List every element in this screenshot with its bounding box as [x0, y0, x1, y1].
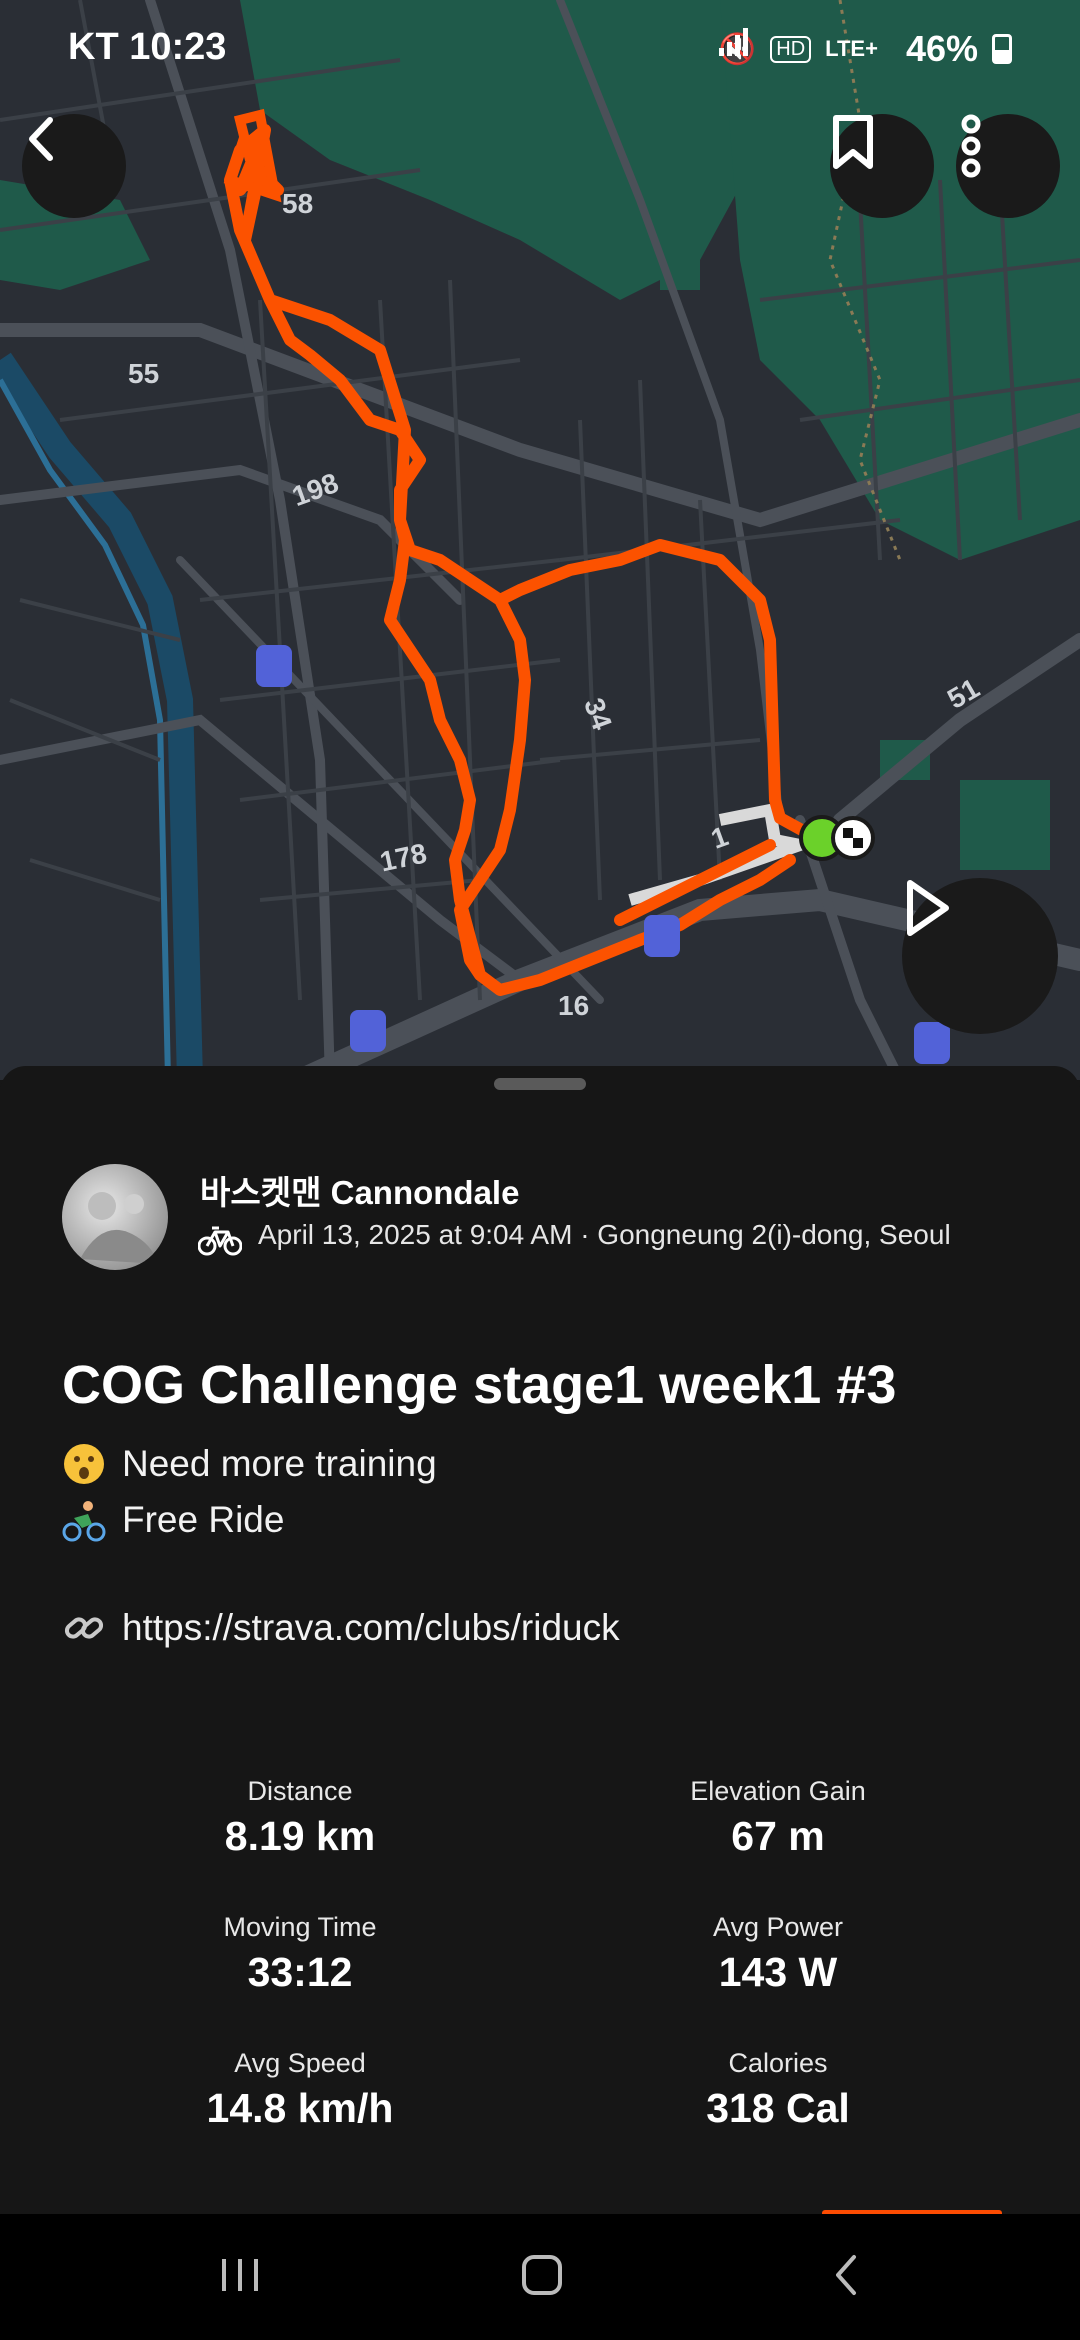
home-icon [520, 2253, 564, 2302]
battery-icon [992, 34, 1012, 64]
stat-label: Elevation Gain [690, 1776, 866, 1806]
stat-label: Avg Power [712, 1912, 844, 1942]
home-button[interactable] [502, 2244, 582, 2310]
description-line[interactable]: https://strava.com/clubs/riduck [62, 1606, 620, 1650]
stat-label: Moving Time [223, 1912, 377, 1942]
description-text: Need more training [122, 1443, 437, 1484]
finish-marker [831, 816, 875, 860]
description-text: Free Ride [122, 1499, 285, 1540]
stat-value: 67 m [731, 1813, 825, 1859]
stat-label: Distance [247, 1776, 353, 1806]
status-bar: KT 10:23 🔇 HD LTE+ 46% [0, 0, 1080, 100]
stat-value: 143 W [718, 1949, 838, 1995]
carrier-label: KT [68, 26, 119, 68]
activity-meta: April 13, 2025 at 9:04 AM · Gongneung 2(… [258, 1219, 951, 1250]
activity-details-sheet[interactable]: 바스켓맨 Cannondale April 13, 2025 at 9:04 A… [0, 1066, 1080, 2216]
status-icons: 🔇 HD LTE+ 46% [718, 28, 1012, 70]
more-options-button[interactable] [956, 114, 1060, 218]
hd-icon: HD [770, 35, 812, 63]
road-label: 16 [558, 990, 590, 1021]
system-back-button[interactable] [806, 2244, 886, 2310]
link-emoji [62, 1606, 106, 1650]
activity-title: COG Challenge stage1 week1 #3 [62, 1355, 897, 1415]
stat-distance: Distance 8.19 km [90, 1776, 510, 1860]
stat-avg-power: Avg Power 143 W [568, 1912, 988, 1996]
battery-percent: 46% [905, 28, 978, 69]
stat-value: 8.19 km [224, 1813, 376, 1859]
description-line: Need more training [62, 1442, 437, 1486]
club-link[interactable]: https://strava.com/clubs/riduck [122, 1607, 620, 1649]
road-label: 58 [282, 188, 314, 219]
stat-moving-time: Moving Time 33:12 [90, 1912, 510, 1996]
back-button[interactable] [22, 114, 126, 218]
stat-avg-speed: Avg Speed 14.8 km/h [90, 2048, 510, 2132]
system-nav-bar [0, 2214, 1080, 2340]
surprised-face-emoji [62, 1442, 106, 1486]
athlete-name[interactable]: 바스켓맨 Cannondale [200, 1166, 519, 1214]
description-line: Free Ride [62, 1498, 284, 1542]
network-label: LTE+ [825, 36, 878, 61]
stat-value: 318 Cal [706, 2085, 850, 2131]
flyover-play-button[interactable] [902, 878, 1058, 1034]
bike-icon [197, 1224, 243, 1261]
stat-label: Avg Speed [234, 2048, 366, 2078]
stat-elevation-gain: Elevation Gain 67 m [568, 1776, 988, 1860]
recent-apps-button[interactable] [200, 2244, 280, 2310]
stat-calories: Calories 318 Cal [568, 2048, 988, 2132]
avatar[interactable] [62, 1164, 168, 1270]
clock: 10:23 [129, 26, 227, 68]
bookmark-button[interactable] [830, 114, 934, 218]
road-label: 55 [128, 358, 160, 389]
recent-apps-icon [218, 2255, 262, 2300]
cyclist-emoji [62, 1498, 106, 1542]
drag-handle[interactable] [494, 1078, 586, 1090]
route-map[interactable]: 58 55 198 34 51 178 16 1 KT 10:23 🔇 HD L… [0, 0, 1080, 1080]
stat-value: 14.8 km/h [206, 2085, 394, 2131]
stat-label: Calories [728, 2048, 828, 2078]
stat-value: 33:12 [247, 1949, 353, 1995]
status-time: KT 10:23 [68, 26, 226, 69]
back-icon [828, 2251, 864, 2304]
